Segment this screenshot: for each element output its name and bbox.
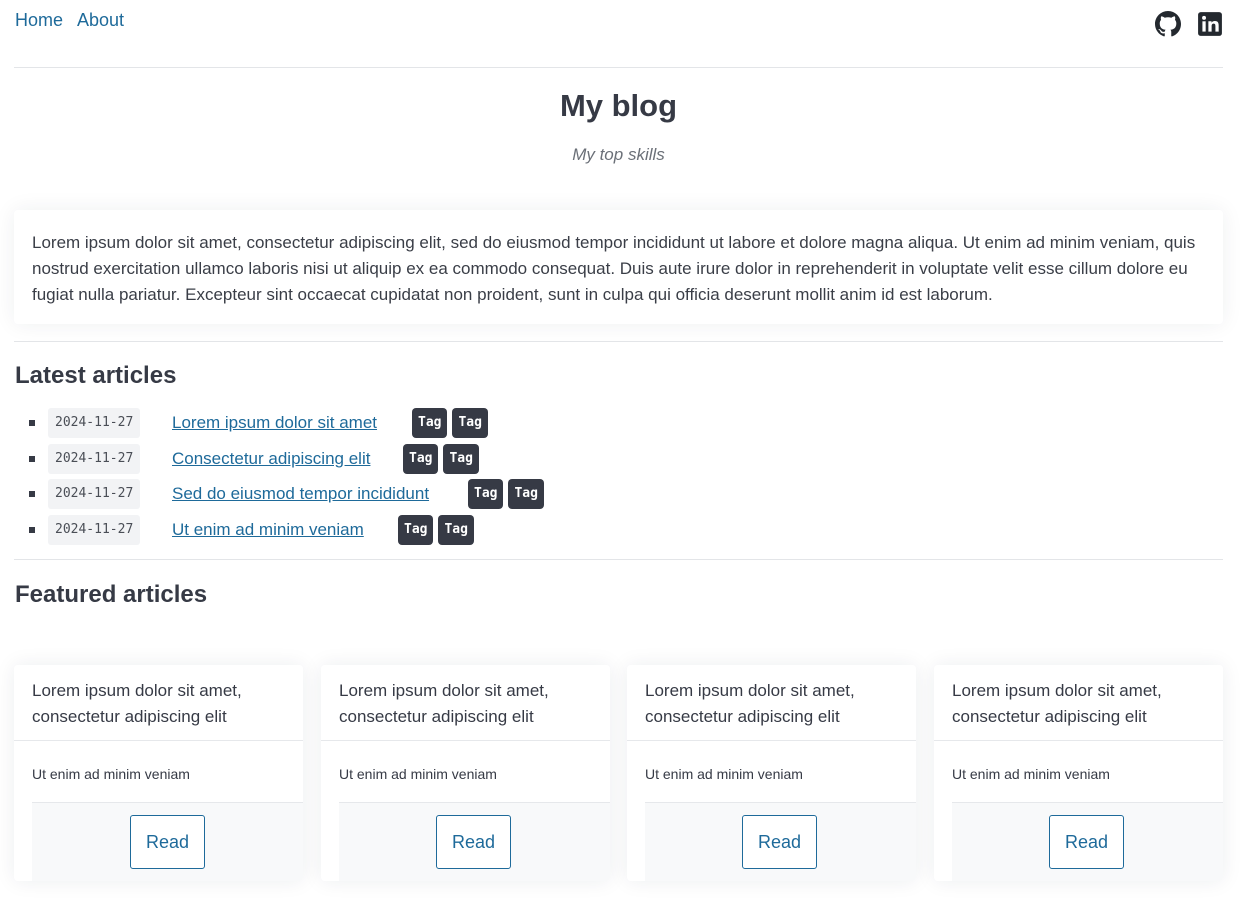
intro-text: Lorem ipsum dolor sit amet, consectetur … [32,233,1196,304]
card-summary: Ut enim ad minim veniam [339,766,497,782]
bullet [29,455,35,462]
card-summary: Ut enim ad minim veniam [952,766,1110,782]
read-button[interactable]: Read [436,815,511,869]
list-item: 2024-11-27 Consectetur adipiscing elit T… [14,443,1223,480]
tag-group: Tag Tag [412,408,488,438]
card-title: Lorem ipsum dolor sit amet, consectetur … [934,665,1223,741]
linkedin-icon[interactable] [1197,11,1223,37]
card-footer: Read [339,802,610,881]
nav-link-home[interactable]: Home [15,10,63,31]
card-footer: Read [645,802,916,881]
tag-badge[interactable]: Tag [398,514,434,545]
bullet [29,491,35,497]
latest-articles-title: Latest articles [15,362,177,389]
article-card: Lorem ipsum dolor sit amet, consectetur … [627,665,916,881]
article-link[interactable]: Ut enim ad minim veniam [172,518,364,542]
latest-articles-list: 2024-11-27 Lorem ipsum dolor sit amet Ta… [14,408,1223,550]
tag-badge[interactable]: Tag [403,443,439,474]
article-card: Lorem ipsum dolor sit amet, consectetur … [934,665,1223,881]
article-link[interactable]: Sed do eiusmod tempor incididunt [172,482,429,506]
page: Home About My blog My top skills Lorem i… [14,0,1223,881]
card-summary: Ut enim ad minim veniam [645,766,803,782]
tag-badge[interactable]: Tag [412,408,448,438]
article-date: 2024-11-27 [48,514,141,545]
article-date: 2024-11-27 [48,479,141,509]
top-nav: Home About [14,0,1223,68]
article-card: Lorem ipsum dolor sit amet, consectetur … [14,665,303,881]
divider [14,341,1223,342]
tag-badge[interactable]: Tag [468,479,504,509]
article-link[interactable]: Consectetur adipiscing elit [172,447,370,471]
social-links [1155,11,1223,37]
site-tagline: My top skills [572,145,665,164]
card-footer: Read [32,802,303,881]
tag-badge[interactable]: Tag [443,443,479,474]
article-card: Lorem ipsum dolor sit amet, consectetur … [321,665,610,881]
bullet [29,526,35,533]
tag-badge[interactable]: Tag [452,408,488,438]
tag-badge[interactable]: Tag [438,514,474,545]
read-button[interactable]: Read [1049,815,1124,869]
github-icon[interactable] [1155,11,1181,37]
read-button[interactable]: Read [742,815,817,869]
tag-badge[interactable]: Tag [508,479,544,509]
list-item: 2024-11-27 Sed do eiusmod tempor incidid… [14,479,1223,515]
nav-links: Home About [15,10,124,31]
card-summary: Ut enim ad minim veniam [32,766,190,782]
site-header: My blog My top skills [14,88,1223,165]
article-link[interactable]: Lorem ipsum dolor sit amet [172,411,377,435]
card-footer: Read [952,802,1223,881]
tag-group: Tag Tag [468,479,544,509]
featured-articles-title: Featured articles [15,581,208,608]
article-date: 2024-11-27 [48,408,141,438]
divider [14,559,1223,560]
card-title: Lorem ipsum dolor sit amet, consectetur … [14,665,303,741]
article-date: 2024-11-27 [48,443,141,474]
featured-cards: Lorem ipsum dolor sit amet, consectetur … [14,665,1223,881]
tag-group: Tag Tag [403,443,479,474]
site-title: My blog [559,88,678,123]
read-button[interactable]: Read [130,815,205,869]
card-title: Lorem ipsum dolor sit amet, consectetur … [321,665,610,741]
bullet [29,420,35,426]
nav-link-about[interactable]: About [77,10,124,31]
intro-card: Lorem ipsum dolor sit amet, consectetur … [14,210,1223,324]
tag-group: Tag Tag [398,514,474,545]
list-item: 2024-11-27 Lorem ipsum dolor sit amet Ta… [14,408,1223,444]
list-item: 2024-11-27 Ut enim ad minim veniam Tag T… [14,514,1223,551]
card-title: Lorem ipsum dolor sit amet, consectetur … [627,665,916,741]
